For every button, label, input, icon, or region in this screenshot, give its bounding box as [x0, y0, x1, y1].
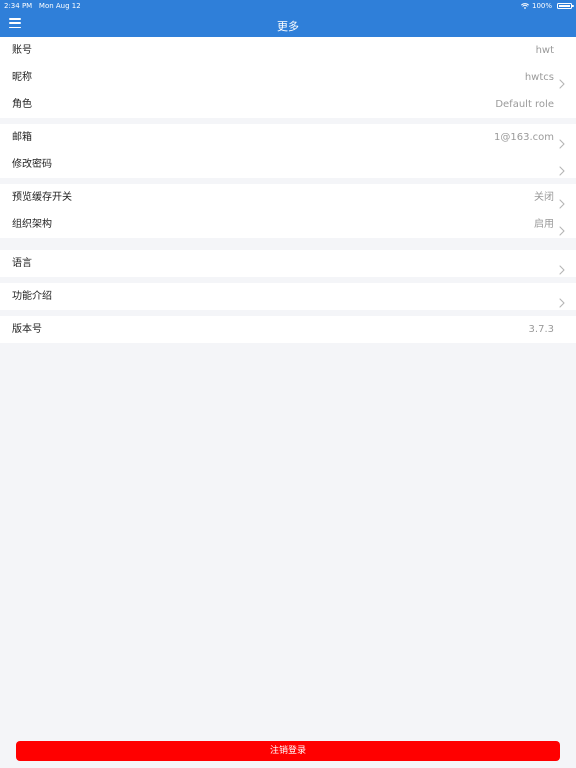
chevron-right-icon	[558, 73, 566, 89]
row-label: 昵称	[12, 72, 32, 83]
chevron-right-icon	[558, 193, 566, 209]
settings-row[interactable]: 功能介绍	[0, 283, 576, 310]
status-time: 2:34 PM	[4, 2, 33, 10]
settings-row[interactable]: 语言	[0, 250, 576, 277]
chevron-right-icon	[558, 259, 566, 275]
chevron-right-icon	[558, 220, 566, 236]
row-label: 账号	[12, 45, 32, 56]
settings-row: 账号 hwt	[0, 37, 576, 64]
battery-fill	[559, 5, 570, 7]
row-label: 邮箱	[12, 132, 32, 143]
wifi-icon	[520, 3, 529, 9]
row-value: hwt	[535, 45, 554, 56]
settings-row[interactable]: 预览缓存开关 关闭	[0, 184, 576, 211]
row-value: Default role	[495, 99, 554, 110]
settings-row[interactable]: 昵称 hwtcs	[0, 64, 576, 91]
settings-row: 角色 Default role	[0, 91, 576, 118]
status-right: 100%	[520, 0, 574, 12]
battery-percent: 100%	[531, 2, 552, 10]
row-label: 角色	[12, 99, 32, 110]
battery-icon	[557, 3, 574, 9]
row-label: 语言	[12, 258, 32, 269]
settings-group: 语言	[0, 250, 576, 277]
settings-row[interactable]: 修改密码	[0, 151, 576, 178]
row-value: 关闭	[534, 192, 554, 203]
status-time-date: 2:34 PM Mon Aug 12	[4, 0, 81, 12]
row-label: 版本号	[12, 324, 42, 335]
row-label: 功能介绍	[12, 291, 52, 302]
page-title: 更多	[277, 20, 299, 33]
row-value: 启用	[534, 219, 554, 230]
row-label: 预览缓存开关	[12, 192, 72, 203]
row-value: 1@163.com	[494, 132, 554, 143]
chevron-right-icon	[558, 292, 566, 308]
chevron-right-icon	[558, 160, 566, 176]
status-bar: 2:34 PM Mon Aug 12 100%	[0, 0, 576, 12]
settings-row[interactable]: 组织架构 启用	[0, 211, 576, 238]
settings-row: 版本号 3.7.3	[0, 316, 576, 343]
settings-group: 预览缓存开关 关闭组织架构 启用	[0, 184, 576, 238]
settings-group: 邮箱 1@163.com 修改密码	[0, 124, 576, 178]
settings-group: 功能介绍	[0, 283, 576, 310]
settings-row[interactable]: 邮箱 1@163.com	[0, 124, 576, 151]
row-label: 组织架构	[12, 219, 52, 230]
chevron-right-icon	[558, 133, 566, 149]
row-label: 修改密码	[12, 159, 52, 170]
status-date: Mon Aug 12	[38, 2, 81, 10]
top-bar: 2:34 PM Mon Aug 12 100% 更多	[0, 0, 576, 37]
logout-button[interactable]: 注销登录	[16, 741, 560, 761]
settings-group: 账号 hwt 昵称 hwtcs 角色 Default role	[0, 37, 576, 118]
row-value: hwtcs	[524, 72, 554, 83]
row-value: 3.7.3	[528, 324, 554, 335]
settings-group: 版本号 3.7.3	[0, 316, 576, 343]
